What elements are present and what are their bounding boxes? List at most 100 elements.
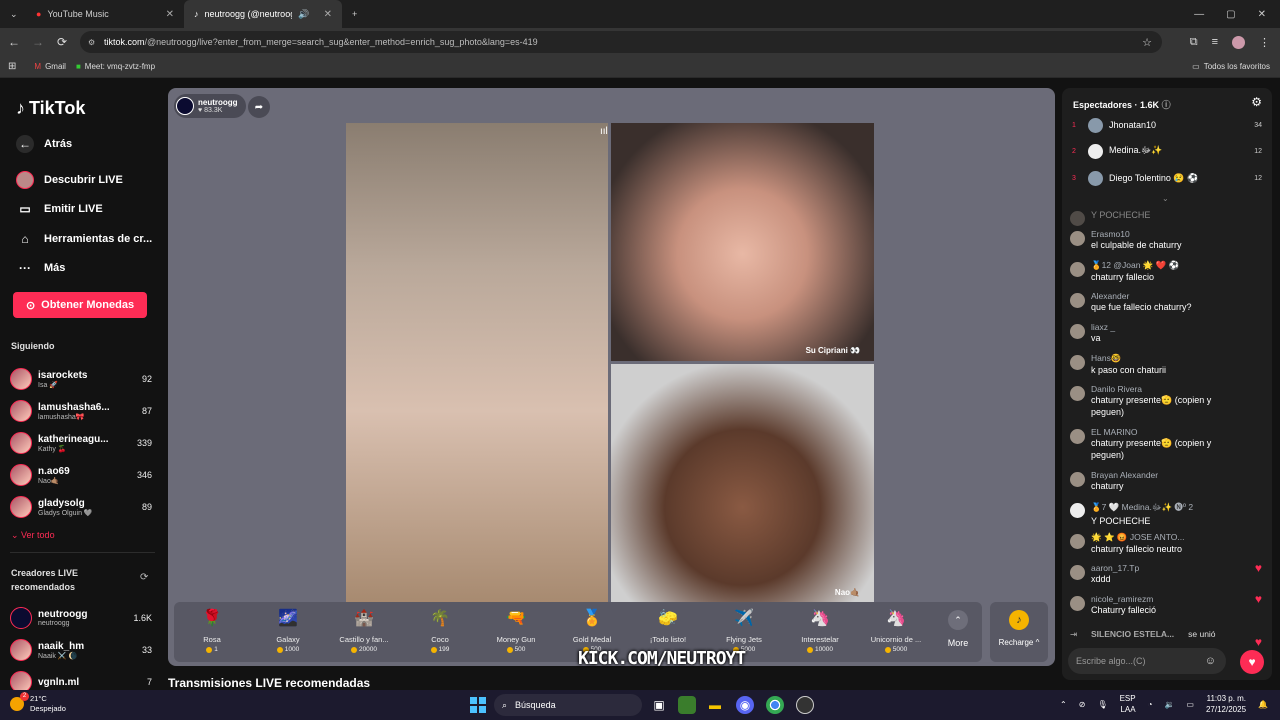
- unicorn-icon: 🦄: [810, 610, 830, 627]
- coin-icon: [884, 646, 891, 653]
- following-item[interactable]: lamushasha6... lamushasha🎀 87: [10, 397, 152, 425]
- file-explorer-icon[interactable]: ▬: [706, 696, 724, 714]
- bookmark-star-icon[interactable]: ☆: [1142, 36, 1152, 49]
- wifi-icon[interactable]: ◔: [1148, 700, 1153, 709]
- apps-grid-icon[interactable]: ⊞: [8, 61, 16, 72]
- top-viewer[interactable]: 3 Diego Tolentino 😢 ⚽ 12: [1072, 168, 1262, 188]
- bookmark-meet[interactable]: ■ Meet: vmq-zvtz-fmp: [76, 62, 155, 71]
- windows-start-icon[interactable]: [470, 697, 486, 713]
- coin-icon: [430, 646, 437, 653]
- all-bookmarks[interactable]: ▭ Todos los favoritos: [1192, 62, 1270, 71]
- top-viewer[interactable]: 2 Medina.ﷻ✨ 12: [1072, 141, 1262, 161]
- reload-icon[interactable]: ⟳: [50, 35, 74, 49]
- site-info-icon[interactable]: ⚙: [88, 38, 95, 47]
- close-tab-icon[interactable]: ✕: [324, 9, 332, 20]
- tab-title: neutroogg (@neutroogg) e: [204, 9, 293, 19]
- task-view-icon[interactable]: ▣: [650, 696, 668, 714]
- chat-message: Erasmo10 el culpable de chaturry: [1070, 229, 1262, 251]
- media-icon[interactable]: ≡: [1212, 36, 1218, 49]
- share-button[interactable]: ➦: [248, 96, 270, 118]
- chat-input[interactable]: Escribe algo...(C) ☺: [1068, 648, 1226, 674]
- gift-item[interactable]: 🦄 Interestelar 10000: [782, 602, 858, 662]
- clock[interactable]: 11:03 p. m. 27/12/2025: [1206, 693, 1246, 715]
- video-guest-2[interactable]: Su Cipriani 👀: [611, 123, 874, 361]
- coin-icon: [350, 646, 357, 653]
- info-icon[interactable]: ⓘ: [1162, 100, 1171, 110]
- profile-avatar[interactable]: [1232, 35, 1245, 49]
- taskbar-search[interactable]: ⌕ Búsqueda: [494, 694, 642, 716]
- menu-more[interactable]: ··· Más: [16, 259, 65, 277]
- gift-item[interactable]: 🏰 Castillo y fan... 20000: [326, 602, 402, 662]
- tab-youtube-music[interactable]: ● YouTube Music ✕: [26, 0, 184, 28]
- tab-tiktok-live[interactable]: ♪ neutroogg (@neutroogg) e 🔊 ✕: [184, 0, 342, 28]
- chat-message: Hans🤓 k paso con chaturii: [1070, 353, 1262, 376]
- tab-list-button[interactable]: ⌄: [0, 0, 26, 28]
- chrome-icon[interactable]: [766, 696, 784, 714]
- chevron-up-icon[interactable]: ⌃: [1060, 700, 1067, 709]
- maximize-icon[interactable]: ▢: [1226, 9, 1235, 20]
- close-tab-icon[interactable]: ✕: [166, 9, 174, 20]
- view-all-link[interactable]: ⌄ Ver todo: [11, 530, 55, 541]
- following-item[interactable]: katherineagu... Kathy 🍒 339: [10, 429, 152, 457]
- tiktok-note-icon: ♪: [16, 98, 25, 118]
- gift-item[interactable]: 🔫 Money Gun 500: [478, 602, 554, 662]
- tiktok-logo[interactable]: ♪ TikTok: [16, 98, 85, 119]
- video-main-guest[interactable]: [346, 123, 608, 603]
- minecraft-icon[interactable]: [678, 696, 696, 714]
- refresh-icon[interactable]: ⟳: [140, 572, 148, 583]
- obs-icon[interactable]: [796, 696, 814, 714]
- recharge-button[interactable]: ♪ Recharge ^: [990, 602, 1048, 662]
- back-icon[interactable]: ←: [2, 35, 26, 49]
- speaker-icon[interactable]: 🔊: [298, 9, 309, 20]
- avatar: [1088, 117, 1103, 133]
- recommended-item[interactable]: naaik_hm Naaik ⚔️ 🌘 33: [10, 636, 152, 664]
- new-tab-button[interactable]: +: [342, 0, 367, 28]
- emoji-icon[interactable]: ☺: [1205, 655, 1216, 667]
- microphone-icon[interactable]: 🎙: [1097, 700, 1107, 709]
- avatar: [1070, 565, 1085, 580]
- menu-creator-tools[interactable]: ⌂ Herramientas de cr...: [16, 230, 152, 248]
- battery-icon[interactable]: ▭: [1186, 700, 1194, 709]
- meet-icon: ■: [75, 62, 81, 71]
- get-coins-button[interactable]: ⊙ Obtener Monedas: [13, 292, 147, 318]
- language-indicator[interactable]: ESP LAA: [1120, 693, 1136, 715]
- expand-chevron-icon[interactable]: ⌄: [1162, 194, 1169, 203]
- gear-icon[interactable]: ⚙: [1251, 95, 1262, 109]
- avatar: [1088, 143, 1103, 159]
- coin-icon: [276, 646, 283, 653]
- more-gifts-button[interactable]: ⌃ More: [934, 602, 982, 662]
- forward-icon[interactable]: →: [26, 35, 50, 49]
- top-viewer[interactable]: 1 Jhonatan10 34: [1072, 115, 1262, 135]
- following-item[interactable]: isarockets Isa 🚀 92: [10, 365, 152, 393]
- network-off-icon[interactable]: ⊘: [1079, 700, 1086, 709]
- like-button[interactable]: ♥: [1240, 650, 1264, 674]
- host-chip[interactable]: neutroogg ♥ 83.3K: [174, 94, 246, 118]
- weather-widget[interactable]: 21°C Despejado 2: [10, 692, 66, 714]
- recommended-item[interactable]: neutroogg neutroogg 1.6K: [10, 604, 152, 632]
- live-discover-icon: [16, 171, 34, 189]
- address-bar[interactable]: ⚙ tiktok.com /@neutroogg/live?enter_from…: [80, 31, 1162, 53]
- gift-item[interactable]: 🌹 Rosa 1: [174, 602, 250, 662]
- discord-icon[interactable]: ◉: [736, 696, 754, 714]
- coin-icon: [806, 646, 813, 653]
- bookmark-gmail[interactable]: M Gmail: [34, 62, 66, 71]
- chat-message: EL MARINO chaturry presente🫡 (copien y pe…: [1070, 427, 1262, 461]
- video-guest-3[interactable]: Nao🤙🏽: [611, 364, 874, 603]
- menu-back[interactable]: ← Atrás: [16, 135, 72, 153]
- minimize-icon[interactable]: —: [1194, 9, 1204, 20]
- gift-item[interactable]: 🌌 Galaxy 1000: [250, 602, 326, 662]
- close-window-icon[interactable]: ✕: [1258, 9, 1266, 20]
- gift-item[interactable]: 🦄 Unicornio de ... 5000: [858, 602, 934, 662]
- extensions-icon[interactable]: ⧉: [1190, 36, 1198, 49]
- menu-kebab-icon[interactable]: ⋮: [1259, 36, 1270, 49]
- galaxy-icon: 🌌: [278, 610, 298, 627]
- viewers-title[interactable]: Espectadores · 1.6K ⓘ: [1073, 98, 1171, 111]
- volume-icon[interactable]: 🔉: [1164, 700, 1174, 709]
- gift-item[interactable]: 🌴 Coco 199: [402, 602, 478, 662]
- menu-go-live[interactable]: ▭ Emitir LIVE: [16, 200, 102, 218]
- following-item[interactable]: n.ao69 Nao🤙🏽 346: [10, 461, 152, 489]
- following-item[interactable]: gladysolg Gladys Olguin 🩶 89: [10, 493, 152, 521]
- notification-bell-icon[interactable]: 🔔: [1258, 700, 1268, 709]
- chat-message: 🏅7 🤍 Medina.ﷻ✨ 🅝º 2Y POCHECHE: [1070, 501, 1262, 527]
- menu-discover-live[interactable]: Descubrir LIVE: [16, 171, 123, 189]
